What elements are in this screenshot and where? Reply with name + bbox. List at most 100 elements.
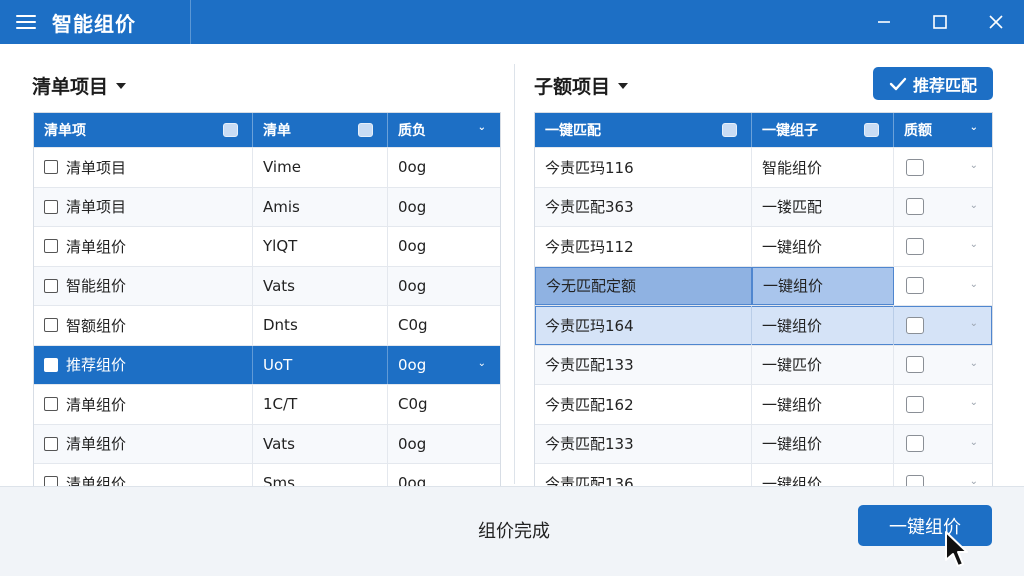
minimize-button[interactable] [856,0,912,44]
quantity-text: 0og [398,434,427,453]
app-title: 智能组价 [52,11,136,36]
chevron-down-icon[interactable]: ⌄ [970,358,978,369]
cell-quantity: 0og [388,267,500,306]
recommend-match-button[interactable]: 推荐匹配 [873,67,993,100]
footer-bar: 组价完成 一键组价 [0,486,1024,576]
chevron-down-icon[interactable]: ⌄ [970,160,978,171]
chevron-down-icon[interactable]: ⌄ [970,239,978,250]
cell-item-name: 清单组价 [34,227,253,266]
cell-match: 今责匹配133 [535,424,752,463]
table-row[interactable]: 清单项目 Vime 0og [34,147,500,187]
row-checkbox[interactable] [906,158,924,176]
cell-quota: ⌄ [894,425,992,464]
column-header-label: 质负 [398,123,426,139]
cell-bill-code: Vats [253,266,388,305]
bill-items-table: 清单项 清单 质负 ⌄ 清单项目 Vime 0og 清单项目 Amis 0og 清单组价 Yl… [33,112,501,488]
table-row[interactable]: 清单组价 Sms 0og [34,463,500,487]
column-header-qty[interactable]: 质负 ⌄ [388,113,500,147]
column-header-group[interactable]: 一键组子 [752,113,894,147]
status-text: 组价完成 [478,521,550,542]
row-checkbox[interactable] [906,395,924,413]
chevron-down-icon[interactable]: ⌄ [970,437,978,448]
row-checkbox[interactable] [44,160,58,175]
item-name-text: 清单项目 [66,198,127,217]
column-checkbox[interactable] [864,123,879,137]
cell-item-name: 智额组价 [34,306,253,345]
row-checkbox[interactable] [44,278,58,293]
row-checkbox[interactable] [906,198,924,216]
row-checkbox[interactable] [44,239,58,254]
one-click-pricing-button[interactable]: 一键组价 [858,505,992,546]
cell-quantity: 0og [388,227,500,266]
table-row[interactable]: 今责匹配133 一键匹价 ⌄ [535,344,992,385]
cell-quantity: 0og ⌄ [388,346,500,385]
table-header: 一键匹配 一键组子 质额 ⌄ [535,113,992,147]
chevron-down-icon[interactable]: ⌄ [970,318,978,329]
row-checkbox[interactable] [44,397,58,412]
table-row[interactable]: 智额组价 Dnts C0g [34,305,500,345]
row-checkbox[interactable] [44,436,58,451]
table-row[interactable]: 今责匹配133 一键组价 ⌄ [535,423,992,464]
chevron-down-icon[interactable]: ⌄ [970,279,978,290]
cell-quota: ⌄ [894,346,992,385]
column-header-item[interactable]: 清单项 [34,113,253,147]
column-checkbox[interactable] [358,123,373,137]
quantity-text: C0g [398,395,428,414]
cell-match: 今责匹配363 [535,187,752,226]
item-name-text: 清单组价 [66,395,127,414]
left-panel-title[interactable]: 清单项目 [32,72,127,99]
right-panel-title[interactable]: 子额项目 [534,72,629,99]
cell-group: 一键组价 [752,266,894,305]
table-row[interactable]: 清单组价 1C/T C0g [34,384,500,424]
select-all-checkbox[interactable] [722,123,737,137]
table-body: 今责匹玛116 智能组价 ⌄ 今责匹配363 一镂匹配 ⌄ 今责匹玛112 一键组价 ⌄ 今无匹配… [535,147,992,487]
chevron-down-icon[interactable]: ⌄ [970,397,978,408]
cell-group: 一键组价 [752,227,894,266]
item-name-text: 清单组价 [66,435,127,454]
table-row[interactable]: 清单项目 Amis 0og [34,186,500,226]
column-header-quota[interactable]: 质额 ⌄ [894,113,992,147]
item-name-text: 智能组价 [66,277,127,296]
chevron-down-icon[interactable]: ⌄ [478,122,486,133]
row-checkbox[interactable] [906,316,924,334]
recommend-match-label: 推荐匹配 [912,75,977,95]
row-checkbox[interactable] [906,435,924,453]
table-row[interactable]: 今责匹配162 一键组价 ⌄ [535,384,992,424]
table-row[interactable]: 清单组价 YlQT 0og [34,226,500,266]
table-row[interactable]: 清单组价 Vats 0og [34,423,500,463]
cell-quantity: C0g [388,306,500,345]
row-checkbox[interactable] [44,199,58,214]
table-row[interactable]: 推荐组价 UoT 0og ⌄ [34,344,500,385]
table-row[interactable]: 今责匹玛164 一键组价 ⌄ [535,305,992,345]
row-checkbox[interactable] [44,357,58,372]
table-row[interactable]: 今责匹配363 一镂匹配 ⌄ [535,186,992,226]
chevron-down-icon[interactable]: ⌄ [970,122,978,133]
cell-item-name: 清单组价 [34,385,253,424]
table-row[interactable]: 智能组价 Vats 0og [34,265,500,306]
item-name-text: 清单组价 [66,237,127,256]
row-checkbox[interactable] [906,237,924,255]
cell-match: 今责匹配133 [535,345,752,384]
column-header-bill[interactable]: 清单 [253,113,388,147]
table-row[interactable]: 今无匹配定额 一键组价 ⌄ [535,265,992,305]
chevron-down-icon[interactable]: ⌄ [478,358,486,369]
table-row[interactable]: 今责匹玛116 智能组价 ⌄ [535,147,992,187]
select-all-checkbox[interactable] [223,123,238,137]
maximize-icon [933,15,947,29]
item-name-text: 智额组价 [66,316,127,335]
hamburger-menu-icon[interactable] [0,0,52,44]
cell-match: 今责匹配162 [535,385,752,424]
cell-quota: ⌄ [894,148,992,187]
row-checkbox[interactable] [906,356,924,374]
table-row[interactable]: 今责匹玛112 一键组价 ⌄ [535,226,992,266]
column-header-match[interactable]: 一键匹配 [535,113,752,147]
table-body: 清单项目 Vime 0og 清单项目 Amis 0og 清单组价 YlQT 0og 智能组价 Vat… [34,147,500,487]
row-checkbox[interactable] [906,277,924,295]
table-row[interactable]: 今责匹配136 一键组价 ⌄ [535,463,992,487]
title-bar: 智能组价 [0,0,1024,44]
window-controls [856,0,1024,44]
close-button[interactable] [968,0,1024,44]
row-checkbox[interactable] [44,318,58,333]
maximize-button[interactable] [912,0,968,44]
chevron-down-icon[interactable]: ⌄ [970,200,978,211]
